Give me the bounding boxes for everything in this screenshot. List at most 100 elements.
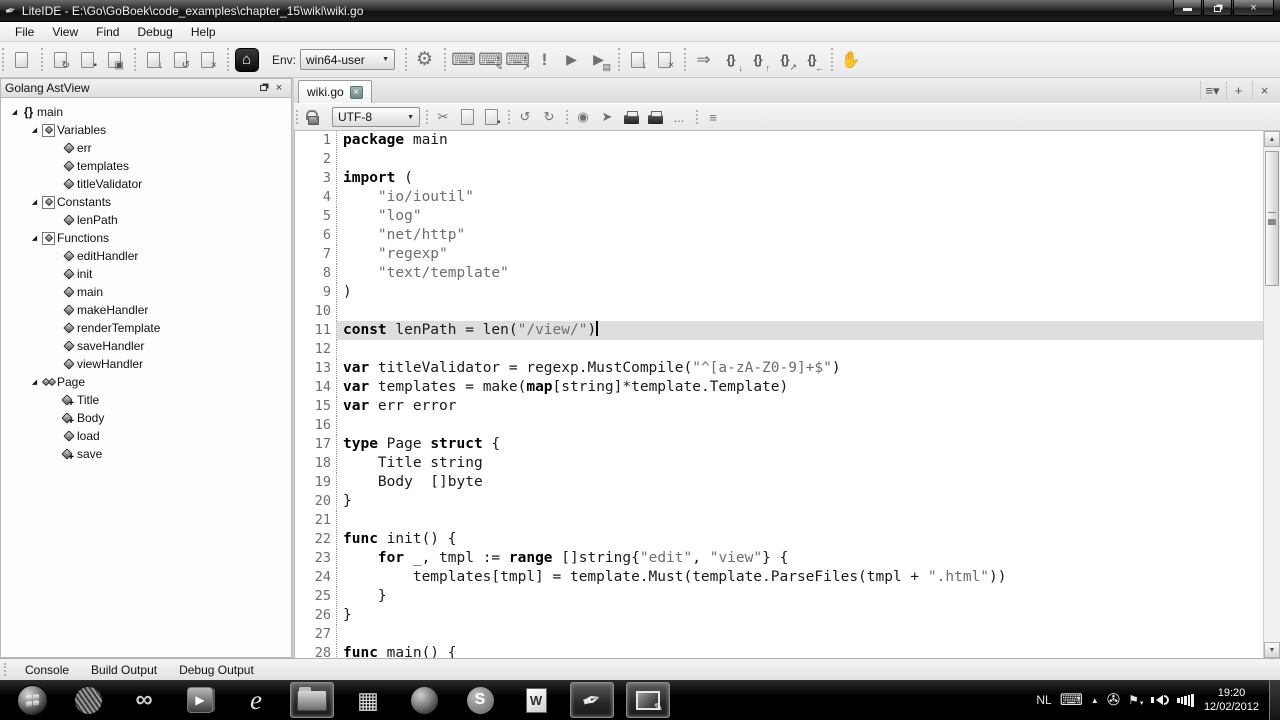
output-tab-console[interactable]: Console xyxy=(14,663,80,677)
tree-item-viewhandler[interactable]: viewHandler xyxy=(1,355,291,373)
tree-item-load[interactable]: load xyxy=(1,427,291,445)
photo-editor-icon[interactable] xyxy=(626,682,670,718)
language-indicator[interactable]: NL xyxy=(1036,693,1051,707)
tree-item-lenpath[interactable]: lenPath xyxy=(1,211,291,229)
tree-item-save[interactable]: ✚save xyxy=(1,445,291,463)
expand-arrow-icon[interactable]: ◢ xyxy=(29,198,40,206)
tree-item-savehandler[interactable]: saveHandler xyxy=(1,337,291,355)
network-globe-icon[interactable] xyxy=(66,682,110,718)
safely-remove-icon[interactable]: ✇ xyxy=(1107,690,1120,710)
tree-item-edithandler[interactable]: editHandler xyxy=(1,247,291,265)
menu-item-view[interactable]: View xyxy=(43,23,87,41)
liteide-icon[interactable]: ✒ xyxy=(570,682,614,718)
lock-icon[interactable] xyxy=(301,106,325,128)
tree-item-constants[interactable]: ◢Constants xyxy=(1,193,291,211)
save-all-icon[interactable]: ▣ xyxy=(101,47,128,73)
play-macro-icon[interactable]: ➤ xyxy=(595,106,619,128)
build-file-icon[interactable]: ⌨✎ xyxy=(477,47,504,73)
word-icon[interactable]: W xyxy=(514,682,558,718)
volume-icon[interactable] xyxy=(1151,695,1169,705)
scroll-down-icon[interactable]: ▼ xyxy=(1264,642,1280,658)
outline-list-icon[interactable]: ≡ xyxy=(701,106,725,128)
tree-item-err[interactable]: err xyxy=(1,139,291,157)
menu-item-debug[interactable]: Debug xyxy=(128,23,181,41)
tree-item-main[interactable]: main xyxy=(1,283,291,301)
menu-item-find[interactable]: Find xyxy=(87,23,128,41)
close-sidebar-icon[interactable]: × xyxy=(271,82,287,94)
step-into-icon[interactable]: {}↓ xyxy=(717,47,744,73)
run-to-cursor-icon[interactable]: {}← xyxy=(798,47,825,73)
visual-studio-icon[interactable]: ∞ xyxy=(122,682,166,718)
tree-item-makehandler[interactable]: makeHandler xyxy=(1,301,291,319)
step-over-icon[interactable]: {}↑ xyxy=(744,47,771,73)
vertical-scrollbar[interactable]: ▲ ▼ xyxy=(1263,131,1280,658)
clock[interactable]: 19:20 12/02/2012 xyxy=(1204,686,1259,714)
build-icon[interactable]: ⌨ xyxy=(450,47,477,73)
stop-build-icon[interactable]: ! xyxy=(531,47,558,73)
paste-icon[interactable]: ▪ xyxy=(479,106,503,128)
action-center-flag-icon[interactable]: ⚑▾ xyxy=(1128,693,1143,707)
redo-icon[interactable]: ↻ xyxy=(537,106,561,128)
code-editor[interactable]: 1package main23import (4 "io/ioutil"5 "l… xyxy=(294,131,1280,658)
tree-item-rendertemplate[interactable]: renderTemplate xyxy=(1,319,291,337)
hidden-icons-button[interactable]: ▲ xyxy=(1091,696,1099,705)
firefox-icon[interactable] xyxy=(402,682,446,718)
encoding-dropdown[interactable]: UTF-8 ▼ xyxy=(332,107,420,127)
run-file-icon[interactable]: ▶▤ xyxy=(585,47,612,73)
open-file-icon[interactable]: ↻ xyxy=(47,47,74,73)
undo-icon[interactable]: ↺ xyxy=(513,106,537,128)
copy-icon[interactable] xyxy=(455,106,479,128)
output-tab-debug-output[interactable]: Debug Output xyxy=(168,663,265,677)
scroll-up-icon[interactable]: ▲ xyxy=(1264,131,1280,147)
reload-file-icon[interactable]: ↺ xyxy=(167,47,194,73)
menu-item-help[interactable]: Help xyxy=(182,23,225,41)
record-macro-icon[interactable]: ◉ xyxy=(571,106,595,128)
more-icon[interactable]: ... xyxy=(667,106,691,128)
print-icon[interactable] xyxy=(619,106,643,128)
expand-arrow-icon[interactable]: ◢ xyxy=(29,378,40,386)
show-desktop-button[interactable] xyxy=(1269,680,1280,720)
editor-list-icon[interactable]: ≡▾ xyxy=(1200,81,1224,100)
options-gear-icon[interactable]: ⚙ xyxy=(411,47,438,73)
tree-item-variables[interactable]: ◢Variables xyxy=(1,121,291,139)
close-file-icon[interactable]: × xyxy=(194,47,221,73)
float-pane-icon[interactable] xyxy=(255,82,271,94)
restore-button[interactable] xyxy=(1203,0,1232,16)
step-out-icon[interactable]: {}↗ xyxy=(771,47,798,73)
menu-item-file[interactable]: File xyxy=(6,23,43,41)
build-install-icon[interactable]: ⌨↗ xyxy=(504,47,531,73)
save-file-icon[interactable]: ▪ xyxy=(74,47,101,73)
skype-icon[interactable]: S xyxy=(458,682,502,718)
clear-doc-icon[interactable]: × xyxy=(651,47,678,73)
env-dropdown[interactable]: win64-user ▼ xyxy=(300,49,395,70)
run-icon[interactable]: ▶ xyxy=(558,47,585,73)
revert-file-icon[interactable]: ↓ xyxy=(140,47,167,73)
start-button[interactable] xyxy=(10,682,54,718)
titlebar[interactable]: ✒ LiteIDE - E:\Go\GoBoek\code_examples\c… xyxy=(0,0,1280,22)
windows-explorer-icon[interactable] xyxy=(290,682,334,718)
export-doc-icon[interactable]: ↓ xyxy=(624,47,651,73)
internet-explorer-icon[interactable]: e xyxy=(234,682,278,718)
home-icon[interactable]: ⌂ xyxy=(233,47,260,73)
stop-debug-hand-icon[interactable]: ✋ xyxy=(837,47,864,73)
tree-item-templates[interactable]: templates xyxy=(1,157,291,175)
media-player-icon[interactable]: ▶ xyxy=(178,682,222,718)
expand-arrow-icon[interactable]: ◢ xyxy=(9,108,20,116)
tree-item-body[interactable]: ✚Body xyxy=(1,409,291,427)
calculator-icon[interactable]: ▦ xyxy=(346,682,390,718)
minimize-button[interactable] xyxy=(1173,0,1202,16)
tree-item-init[interactable]: init xyxy=(1,265,291,283)
split-editor-icon[interactable]: + xyxy=(1226,81,1250,100)
tree-item-titlevalidator[interactable]: titleValidator xyxy=(1,175,291,193)
network-signal-icon[interactable] xyxy=(1177,694,1194,707)
tree-item-title[interactable]: ✚Title xyxy=(1,391,291,409)
tree-item-functions[interactable]: ◢Functions xyxy=(1,229,291,247)
close-button[interactable]: × xyxy=(1233,0,1274,16)
print-preview-icon[interactable] xyxy=(643,106,667,128)
continue-debug-icon[interactable]: ⇒ xyxy=(690,47,717,73)
tree-item-main[interactable]: ◢{}main xyxy=(1,103,291,121)
keyboard-icon[interactable]: ⌨ xyxy=(1060,690,1083,710)
close-editor-icon[interactable]: × xyxy=(1252,81,1276,100)
close-tab-icon[interactable]: × xyxy=(350,86,363,99)
cut-icon[interactable]: ✂ xyxy=(431,106,455,128)
